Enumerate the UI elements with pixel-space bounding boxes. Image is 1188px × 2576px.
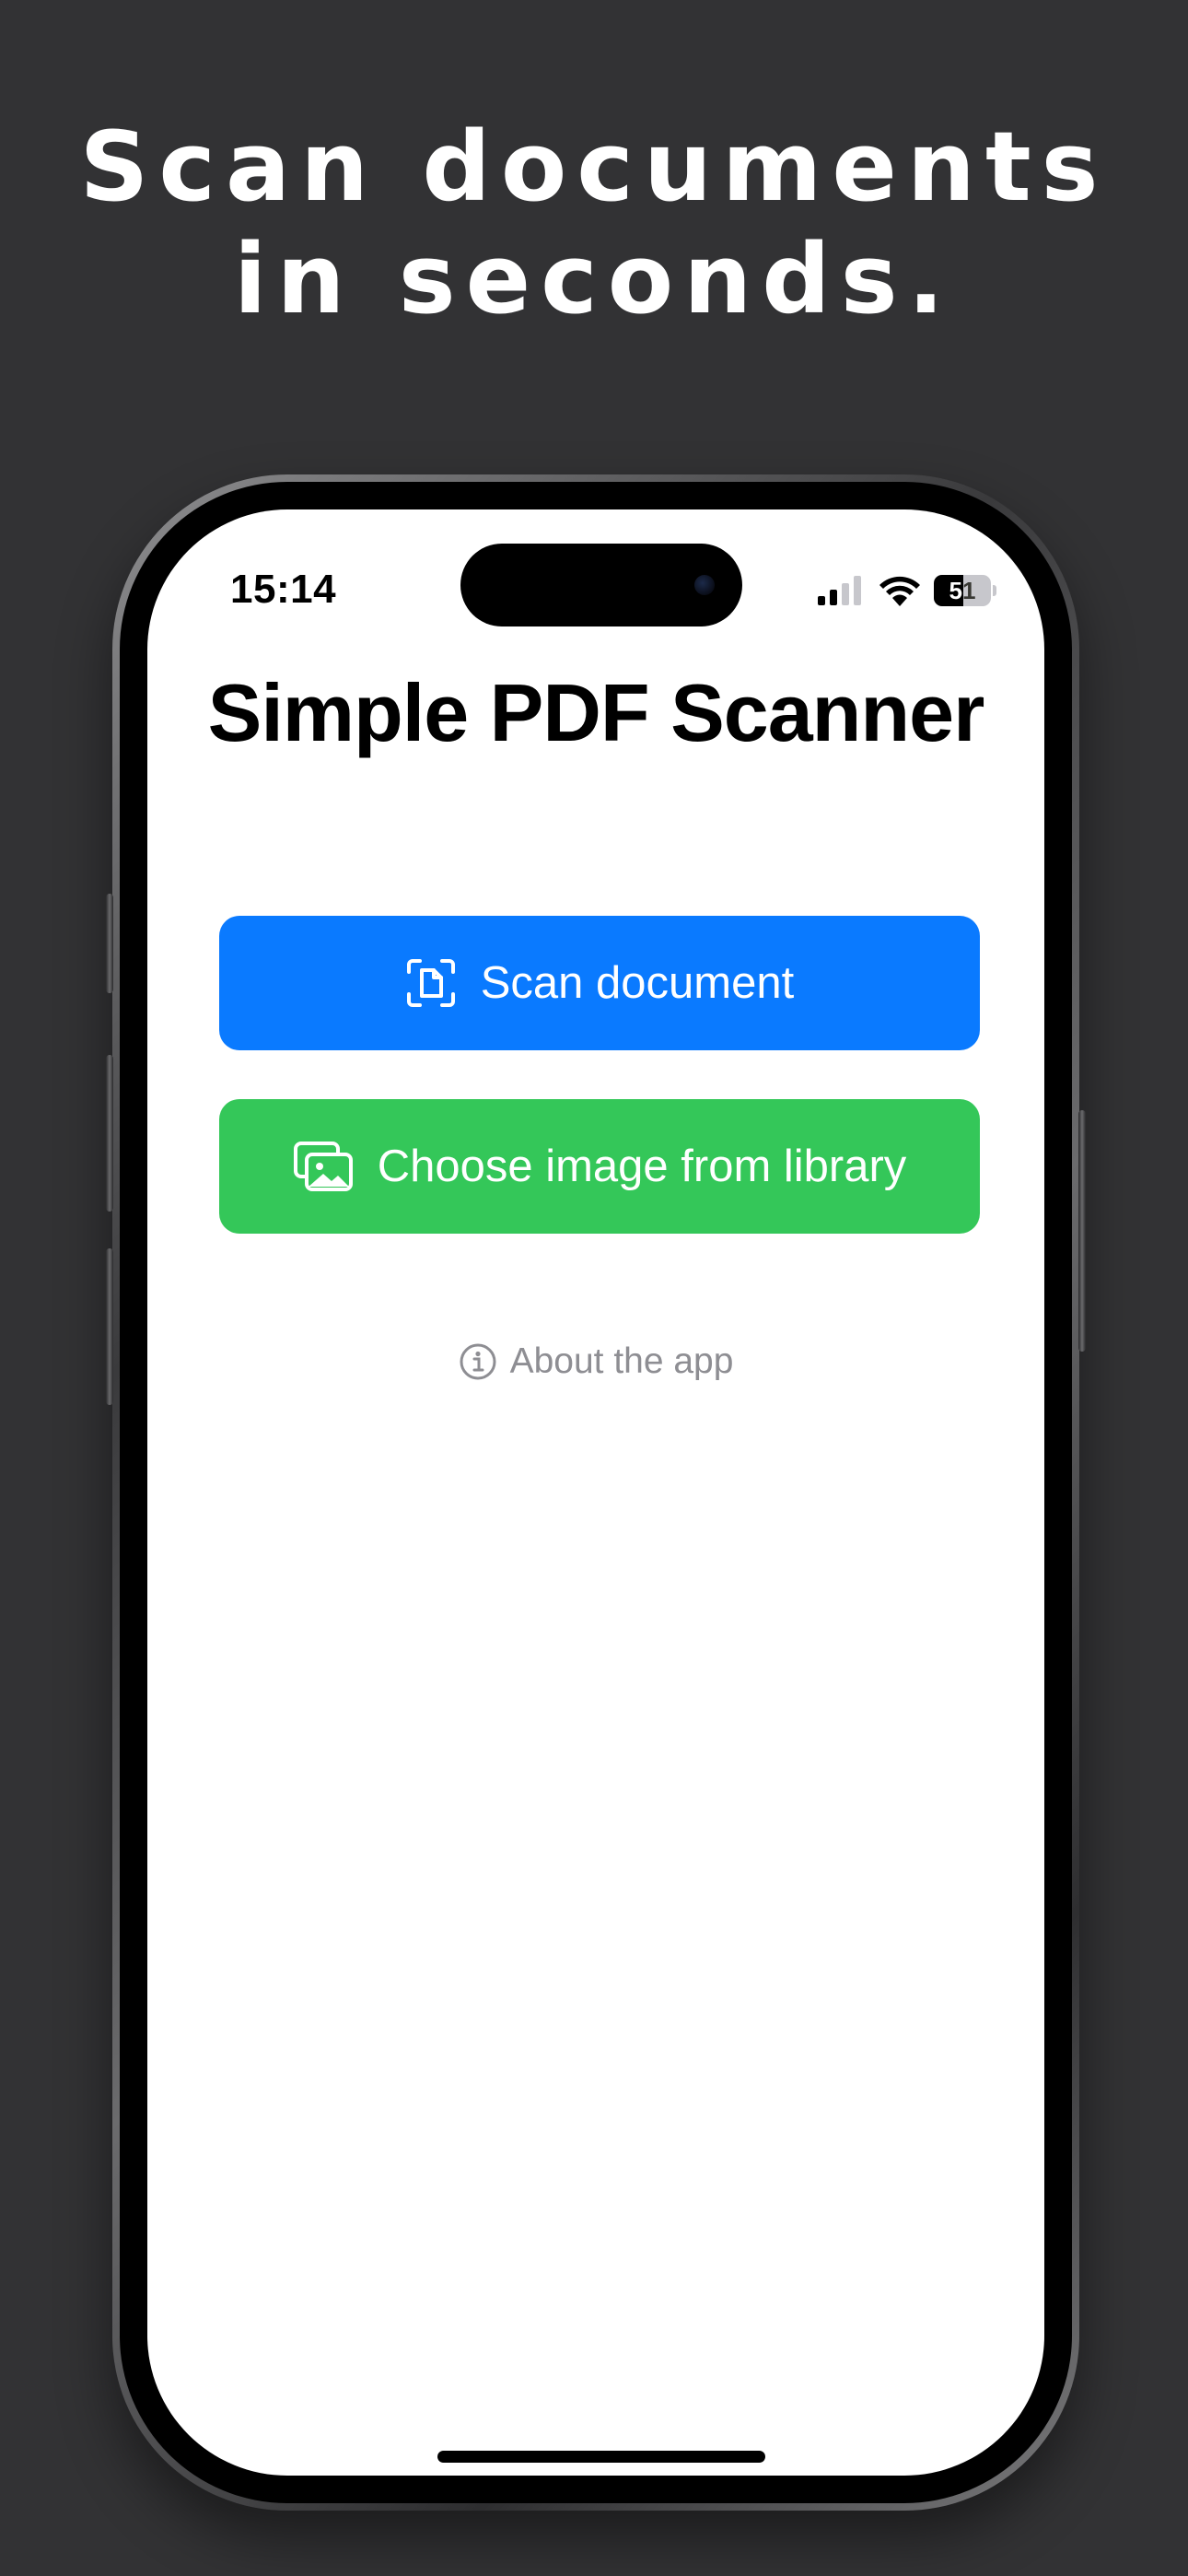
about-app-link[interactable]: About the app [147,1341,1044,1382]
choose-image-button[interactable]: Choose image from library [219,1099,980,1234]
battery-icon: 51 [934,575,991,606]
marketing-headline: Scan documents in seconds. [0,111,1188,335]
battery-percentage: 51 [949,577,976,604]
doc-viewfinder-icon [406,959,455,1007]
cellular-signal-icon [818,576,861,605]
choose-image-label: Choose image from library [377,1142,907,1191]
headline-line-2: in seconds. [233,223,955,335]
photo-stack-icon [293,1142,353,1191]
phone-bezel: 15:14 51 Simple PDF Scanner Scan documen… [120,482,1072,2503]
scan-document-label: Scan document [480,958,795,1008]
action-button [106,894,113,993]
info-circle-icon [460,1343,496,1380]
phone-screen: 15:14 51 Simple PDF Scanner Scan documen… [147,509,1044,2476]
headline-line-1: Scan documents [79,111,1109,223]
about-app-label: About the app [509,1341,734,1381]
phone-frame: 15:14 51 Simple PDF Scanner Scan documen… [106,474,1086,2511]
power-button [1078,1110,1086,1352]
battery-tip [993,585,996,596]
status-icons: 51 [818,574,996,607]
volume-up-button [106,1055,113,1212]
status-time: 15:14 [230,567,337,612]
app-title: Simple PDF Scanner [207,667,985,758]
wifi-icon [879,576,920,606]
scan-document-button[interactable]: Scan document [219,916,980,1050]
front-camera-icon [694,575,715,595]
volume-down-button [106,1248,113,1405]
home-indicator[interactable] [437,2451,765,2463]
dynamic-island [460,544,742,626]
